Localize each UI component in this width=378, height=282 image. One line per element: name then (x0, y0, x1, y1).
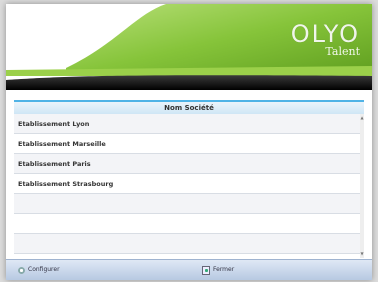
scroll-down-arrow-icon[interactable]: ▼ (360, 252, 364, 256)
configurer-button[interactable]: Configurer (18, 260, 60, 280)
table-row[interactable] (14, 194, 364, 214)
olyo-logo: OLYO Talent (291, 22, 360, 58)
app-window: OLYO Talent Nom Société Etablissement Ly… (6, 4, 372, 280)
table-row[interactable] (14, 234, 364, 254)
table-row[interactable]: Etablissement Strasbourg (14, 174, 364, 194)
logo-main-text: OLYO (290, 20, 360, 48)
table-row[interactable] (14, 214, 364, 234)
table-row[interactable]: Etablissement Marseille (14, 134, 364, 154)
table-rows: Etablissement Lyon Etablissement Marseil… (14, 114, 364, 258)
table-row[interactable]: Etablissement Lyon (14, 114, 364, 134)
gear-icon (18, 266, 25, 274)
exit-door-icon (202, 265, 210, 275)
company-table: Nom Société Etablissement Lyon Etablisse… (14, 100, 364, 258)
configurer-label: Configurer (28, 266, 60, 273)
table-row[interactable]: Etablissement Paris (14, 154, 364, 174)
footer-toolbar: Configurer Fermer (6, 259, 372, 280)
column-header-nom-societe[interactable]: Nom Société (14, 100, 364, 114)
vertical-scrollbar[interactable]: ▲ ▼ (360, 114, 364, 258)
fermer-label: Fermer (213, 266, 235, 273)
app-header: OLYO Talent (6, 4, 372, 100)
scroll-up-arrow-icon[interactable]: ▲ (360, 116, 364, 120)
fermer-button[interactable]: Fermer (202, 260, 234, 280)
